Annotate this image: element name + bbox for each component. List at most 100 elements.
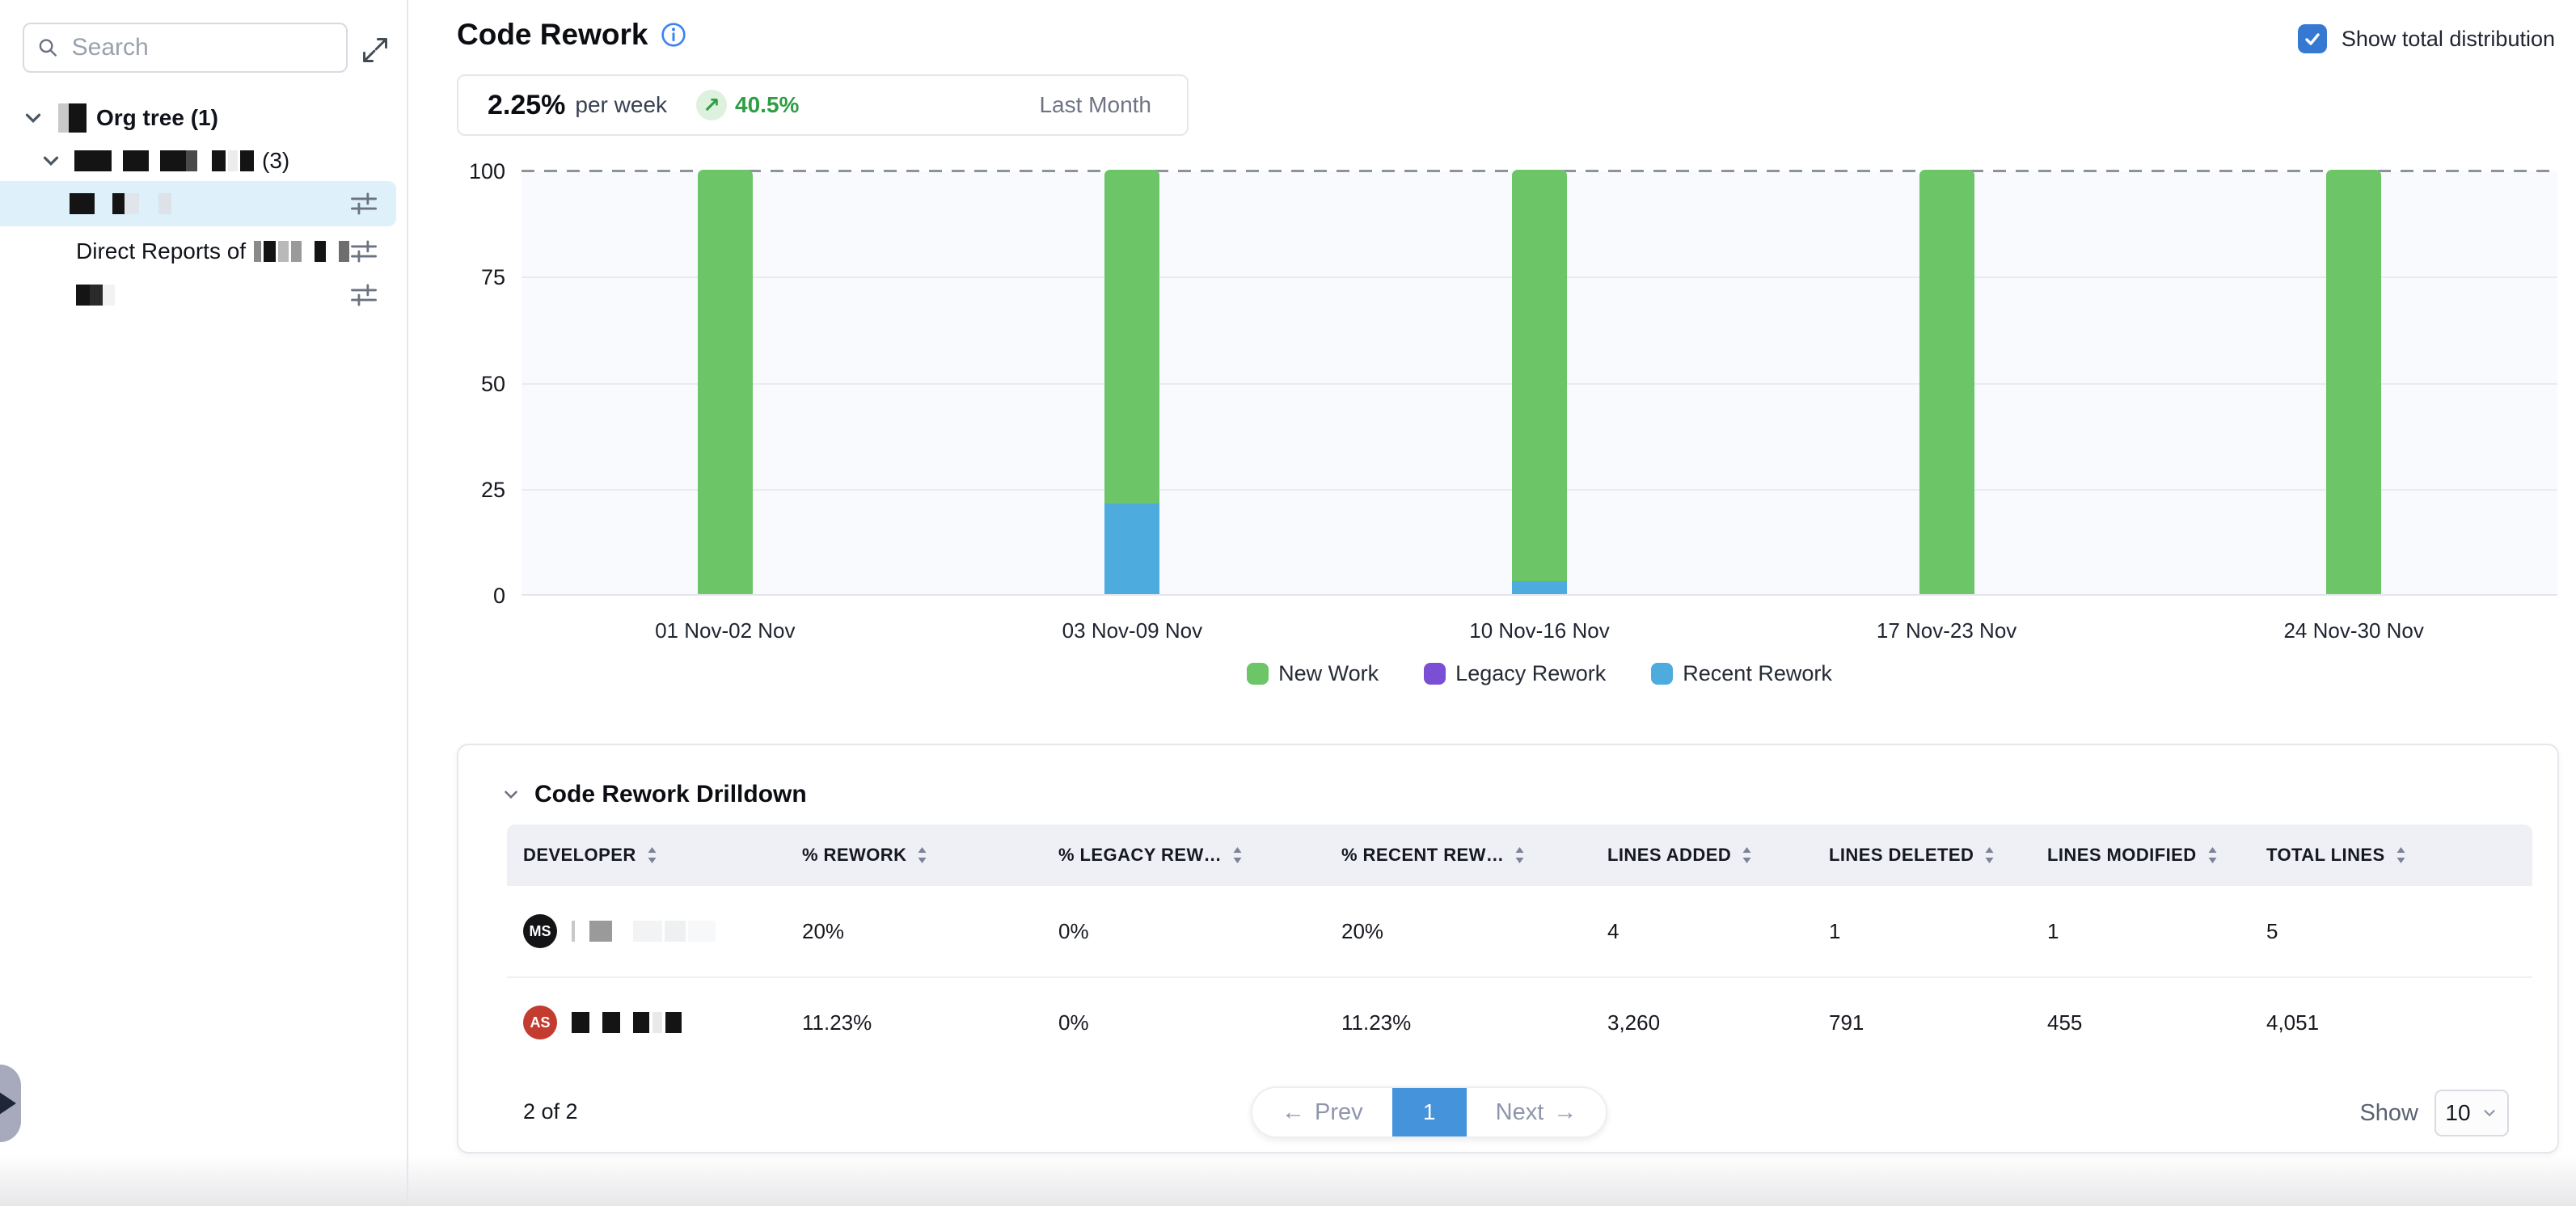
bar-segment-new-work[interactable] bbox=[1919, 170, 1974, 594]
sort-icon[interactable] bbox=[1514, 845, 1526, 865]
legend-item-new-work[interactable]: New Work bbox=[1247, 661, 1379, 686]
sidebar-expand-button[interactable] bbox=[359, 34, 391, 66]
sidebar-item-selected-team[interactable] bbox=[0, 181, 396, 226]
team-filter-button[interactable] bbox=[349, 189, 378, 218]
y-tick-label: 0 bbox=[433, 584, 505, 609]
legend-label: Legacy Rework bbox=[1455, 661, 1606, 686]
arrow-left-icon: ← bbox=[1282, 1099, 1305, 1126]
sort-icon[interactable] bbox=[2206, 845, 2219, 865]
column-header-lines-added[interactable]: LINES ADDED bbox=[1607, 845, 1829, 866]
delta-value: 40.5% bbox=[735, 92, 799, 118]
redacted-developer-name bbox=[572, 1012, 682, 1033]
page-1-button[interactable]: 1 bbox=[1392, 1088, 1467, 1136]
table-cell: 20% bbox=[802, 919, 1058, 944]
org-logo-redacted bbox=[58, 103, 87, 133]
legend-label: New Work bbox=[1278, 661, 1379, 686]
redacted-block bbox=[633, 1012, 649, 1033]
redacted-block bbox=[291, 241, 302, 262]
member-filter-button[interactable] bbox=[349, 280, 378, 310]
redacted-block bbox=[103, 285, 115, 306]
sort-icon[interactable] bbox=[1983, 845, 1995, 865]
redacted-block bbox=[688, 921, 716, 942]
redacted-block bbox=[589, 921, 612, 942]
column-header-developer[interactable]: DEVELOPER bbox=[523, 845, 802, 866]
table-cell: 11.23% bbox=[802, 1010, 1058, 1035]
developer-cell: MS bbox=[523, 914, 802, 948]
page-title-text: Code Rework bbox=[457, 18, 648, 52]
redacted-block bbox=[228, 150, 238, 171]
next-label: Next bbox=[1496, 1099, 1544, 1126]
redacted-block bbox=[186, 150, 197, 171]
sidebar-expand-handle[interactable] bbox=[0, 1065, 21, 1142]
chevron-down-icon bbox=[2481, 1104, 2498, 1122]
redacted-block bbox=[572, 1012, 589, 1033]
direct-reports-filter-button[interactable] bbox=[349, 237, 378, 266]
info-icon[interactable] bbox=[661, 22, 686, 48]
period-label: Last Month bbox=[1039, 92, 1151, 118]
chevron-down-icon[interactable] bbox=[39, 149, 63, 173]
redacted-block bbox=[158, 193, 171, 214]
x-tick-label: 03 Nov-09 Nov bbox=[1027, 618, 1237, 643]
legend-item-legacy-rework[interactable]: Legacy Rework bbox=[1424, 661, 1606, 686]
drilldown-card: Code Rework Drilldown DEVELOPER% REWORK%… bbox=[457, 744, 2559, 1153]
redacted-block bbox=[240, 150, 254, 171]
sidebar: Org tree (1) (3) Direct Reports of bbox=[0, 0, 408, 1206]
column-header-legacy-rew[interactable]: % LEGACY REW… bbox=[1058, 845, 1341, 866]
sidebar-item-member[interactable] bbox=[0, 275, 396, 315]
bar-segment-new-work[interactable] bbox=[698, 170, 753, 594]
prev-button[interactable]: ← Prev bbox=[1252, 1088, 1392, 1136]
page-size-control: Show 10 bbox=[2359, 1090, 2509, 1136]
sort-icon[interactable] bbox=[646, 845, 658, 865]
table-cell: 11.23% bbox=[1341, 1010, 1607, 1035]
legend-swatch bbox=[1247, 663, 1269, 685]
table-cell: 3,260 bbox=[1607, 1010, 1829, 1035]
redacted-name bbox=[254, 241, 349, 262]
drilldown-header[interactable]: Code Rework Drilldown bbox=[500, 781, 807, 808]
legend-item-recent-rework[interactable]: Recent Rework bbox=[1651, 661, 1832, 686]
table-row[interactable]: MS20%0%20%4115 bbox=[507, 886, 2532, 976]
chevron-down-icon[interactable] bbox=[21, 106, 45, 130]
rework-rate-card: 2.25% per week ↗ 40.5% Last Month bbox=[457, 74, 1189, 136]
column-header-total-lines[interactable]: TOTAL LINES bbox=[2266, 845, 2549, 866]
table-cell: 4,051 bbox=[2266, 1010, 2549, 1035]
sort-icon[interactable] bbox=[2395, 845, 2407, 865]
redacted-block bbox=[652, 1012, 662, 1033]
column-header-lines-modified[interactable]: LINES MODIFIED bbox=[2047, 845, 2266, 866]
bar-segment-new-work[interactable] bbox=[1104, 170, 1159, 504]
sort-icon[interactable] bbox=[916, 845, 928, 865]
drilldown-title: Code Rework Drilldown bbox=[534, 781, 807, 808]
redacted-block bbox=[212, 150, 226, 171]
sidebar-item-org-tree[interactable]: Org tree (1) bbox=[21, 100, 218, 136]
redacted-block bbox=[665, 1012, 682, 1033]
sidebar-item-group[interactable]: (3) bbox=[39, 144, 289, 178]
bar-segment-recent-rework[interactable] bbox=[1104, 504, 1159, 594]
bar-segment-recent-rework[interactable] bbox=[1512, 581, 1567, 594]
search-input[interactable] bbox=[70, 33, 333, 62]
show-total-distribution-checkbox[interactable] bbox=[2298, 24, 2327, 53]
column-header-label: LINES MODIFIED bbox=[2047, 845, 2197, 866]
table-cell: 0% bbox=[1058, 919, 1341, 944]
table-cell: 1 bbox=[1829, 919, 2047, 944]
direct-reports-label: Direct Reports of bbox=[76, 238, 246, 264]
column-header-label: TOTAL LINES bbox=[2266, 845, 2385, 866]
app-window: Org tree (1) (3) Direct Reports of bbox=[0, 0, 2576, 1206]
column-header-recent-rew[interactable]: % RECENT REW… bbox=[1341, 845, 1607, 866]
filter-sliders-icon bbox=[350, 238, 378, 265]
page-size-select[interactable]: 10 bbox=[2435, 1090, 2509, 1136]
column-header-lines-deleted[interactable]: LINES DELETED bbox=[1829, 845, 2047, 866]
org-tree-label: Org tree (1) bbox=[96, 105, 218, 131]
legend-swatch bbox=[1424, 663, 1446, 685]
column-header-rework[interactable]: % REWORK bbox=[802, 845, 1058, 866]
redacted-block bbox=[160, 150, 186, 171]
column-header-label: % LEGACY REW… bbox=[1058, 845, 1222, 866]
bar-segment-new-work[interactable] bbox=[2326, 170, 2381, 594]
table-row[interactable]: AS11.23%0%11.23%3,2607914554,051 bbox=[507, 976, 2532, 1067]
next-button[interactable]: Next → bbox=[1467, 1088, 1607, 1136]
sort-icon[interactable] bbox=[1741, 845, 1753, 865]
sidebar-item-direct-reports[interactable]: Direct Reports of bbox=[0, 231, 396, 272]
sort-icon[interactable] bbox=[1231, 845, 1244, 865]
developer-cell: AS bbox=[523, 1006, 802, 1039]
bar-segment-new-work[interactable] bbox=[1512, 170, 1567, 581]
x-tick-label: 24 Nov-30 Nov bbox=[2249, 618, 2459, 643]
x-tick-label: 10 Nov-16 Nov bbox=[1434, 618, 1645, 643]
